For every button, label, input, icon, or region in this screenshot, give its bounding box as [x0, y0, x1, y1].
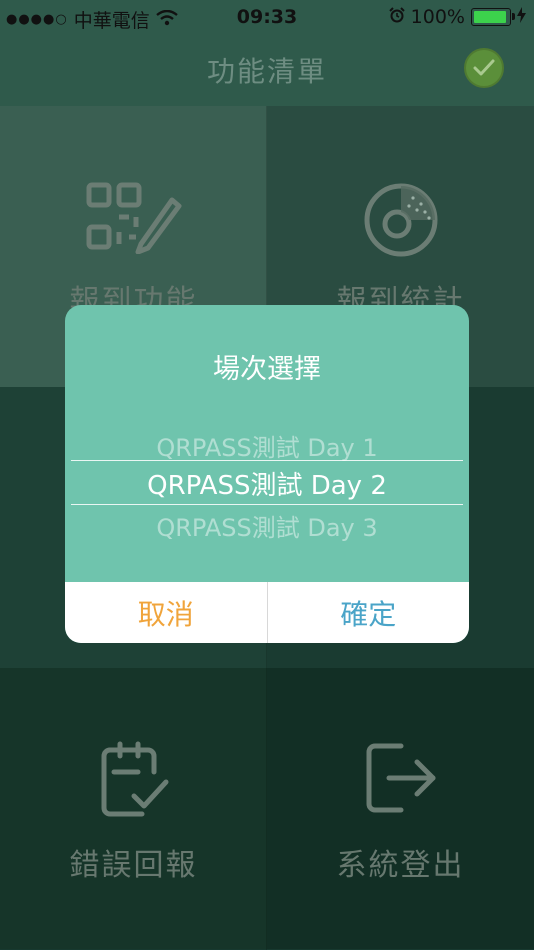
picker-selection-line-top [71, 460, 463, 461]
picker-selection-line-bottom [71, 504, 463, 505]
session-picker-dialog: 場次選擇 QRPASS測試 Day 1 QRPASS測試 Day 2 QRPAS… [65, 305, 469, 643]
dialog-button-bar: 取消 確定 [65, 582, 469, 643]
cancel-button[interactable]: 取消 [65, 582, 268, 643]
modal-overlay: 場次選擇 QRPASS測試 Day 1 QRPASS測試 Day 2 QRPAS… [0, 0, 534, 950]
confirm-button[interactable]: 確定 [268, 582, 470, 643]
picker-option[interactable]: QRPASS測試 Day 1 [65, 428, 469, 463]
dialog-title: 場次選擇 [213, 354, 321, 385]
picker-option[interactable]: QRPASS測試 Day 3 [65, 508, 469, 543]
session-picker[interactable]: QRPASS測試 Day 1 QRPASS測試 Day 2 QRPASS測試 D… [65, 420, 469, 570]
picker-option-selected[interactable]: QRPASS測試 Day 2 [65, 465, 469, 502]
